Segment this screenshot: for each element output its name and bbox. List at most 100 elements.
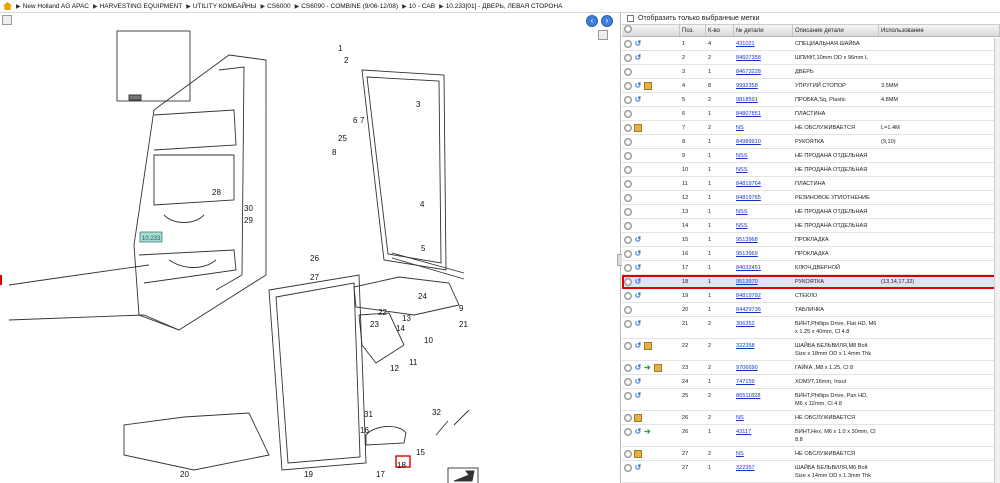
- info-circle-icon[interactable]: [624, 364, 632, 372]
- replace-icon[interactable]: ↺: [634, 320, 642, 328]
- table-row[interactable]: ↺ 4 8 9992358 УПРУГИЙ СТОПОР 3.5MM: [622, 79, 1000, 93]
- table-row[interactable]: ↺ 1 4 431021 СПЕЦИАЛЬНАЯ ШАЙБА: [622, 37, 1000, 51]
- info-circle-icon[interactable]: [624, 278, 632, 286]
- info-circle-icon[interactable]: [624, 208, 632, 216]
- row-part-link[interactable]: 9513969: [734, 247, 793, 260]
- replace-icon[interactable]: ↺: [634, 236, 642, 244]
- info-circle-icon[interactable]: [624, 222, 632, 230]
- breadcrumb-item[interactable]: CS6000: [267, 3, 291, 10]
- package-icon[interactable]: [644, 82, 652, 90]
- callout-11[interactable]: 11: [409, 358, 418, 367]
- row-part-link[interactable]: NS: [734, 411, 793, 424]
- replace-icon[interactable]: ↺: [634, 250, 642, 258]
- info-circle-icon[interactable]: [624, 342, 632, 350]
- replace-icon[interactable]: ↺: [634, 342, 642, 350]
- callout-29[interactable]: 29: [244, 216, 253, 225]
- callout-20[interactable]: 20: [180, 470, 189, 479]
- row-part-link[interactable]: 9513968: [734, 233, 793, 246]
- row-part-link[interactable]: 9818591: [734, 93, 793, 106]
- row-part-link[interactable]: 86511828: [734, 389, 793, 402]
- table-row[interactable]: ↺ 25 2 86511828 ВИНТ,Phillips Drive, Pan HD,…: [622, 389, 1000, 411]
- callout-7[interactable]: 7: [360, 116, 365, 125]
- row-part-link[interactable]: NSS: [734, 163, 793, 176]
- row-part-link[interactable]: NS: [734, 121, 793, 134]
- row-part-link[interactable]: 84032451: [734, 261, 793, 274]
- info-circle-icon[interactable]: [624, 428, 632, 436]
- table-row[interactable]: 9 1 NSS НЕ ПРОДАНА ОТДЕЛЬНАЯ: [622, 149, 1000, 163]
- breadcrumb-item[interactable]: UTILITY КОМБАЙНЫ: [193, 3, 257, 10]
- table-row[interactable]: ↺ 15 1 9513968 ПРОКЛАДКА: [622, 233, 1000, 247]
- table-row[interactable]: ↺ 18 1 9513970 РУКОЯТКА (13,14,17,32): [622, 275, 1000, 289]
- pointer-icon[interactable]: ➜: [644, 364, 652, 372]
- table-row[interactable]: ↺ 5 2 9818591 ПРОБКА,Sq, Plastic 4.8MM: [622, 93, 1000, 107]
- callout-2[interactable]: 2: [344, 56, 349, 65]
- row-part-link[interactable]: 322358: [734, 339, 793, 352]
- info-circle-icon[interactable]: [624, 166, 632, 174]
- callout-30[interactable]: 30: [244, 204, 253, 213]
- package-icon[interactable]: [634, 124, 642, 132]
- callout-24[interactable]: 24: [418, 292, 427, 301]
- table-row[interactable]: 13 1 NSS НЕ ПРОДАНА ОТДЕЛЬНАЯ: [622, 205, 1000, 219]
- row-part-link[interactable]: 306352: [734, 317, 793, 330]
- table-row[interactable]: 26 2 NS НЕ ОБСЛУЖИВАЕТСЯ: [622, 411, 1000, 425]
- replace-icon[interactable]: ↺: [634, 392, 642, 400]
- info-circle-icon[interactable]: [624, 292, 632, 300]
- callout-17[interactable]: 17: [376, 470, 385, 479]
- callout-27[interactable]: 27: [310, 273, 319, 282]
- info-circle-icon[interactable]: [624, 306, 632, 314]
- table-row[interactable]: ↺ 24 1 747159 ХОМУТ,16mm, Insul: [622, 375, 1000, 389]
- callout-31[interactable]: 31: [364, 410, 373, 419]
- package-icon[interactable]: [644, 342, 652, 350]
- info-circle-icon[interactable]: [624, 250, 632, 258]
- info-circle-icon[interactable]: [624, 194, 632, 202]
- row-part-link[interactable]: NS: [734, 447, 793, 460]
- callout-14[interactable]: 14: [396, 324, 405, 333]
- pointer-icon[interactable]: ➜: [644, 428, 652, 436]
- callout-8[interactable]: 8: [332, 148, 337, 157]
- callout-23[interactable]: 23: [370, 320, 379, 329]
- table-row[interactable]: ↺ 16 1 9513969 ПРОКЛАДКА: [622, 247, 1000, 261]
- row-part-link[interactable]: 747159: [734, 375, 793, 388]
- table-row[interactable]: 11 1 84819764 ПЛАСТИНА: [622, 177, 1000, 191]
- callout-21[interactable]: 21: [459, 320, 468, 329]
- table-row[interactable]: 8 1 84989910 РУКОЯТКА (9,10): [622, 135, 1000, 149]
- table-row[interactable]: 3 1 84673228 ДВЕРЬ: [622, 65, 1000, 79]
- info-circle-icon[interactable]: [624, 68, 632, 76]
- info-circle-icon[interactable]: [624, 138, 632, 146]
- breadcrumb-item[interactable]: New Holland AG APAC: [23, 3, 89, 10]
- replace-icon[interactable]: ↺: [634, 82, 642, 90]
- package-icon[interactable]: [634, 414, 642, 422]
- exploded-parts-diagram[interactable]: 10.233 123456 789101112131415161718192021…: [4, 15, 614, 483]
- table-row[interactable]: ↺ 27 1 322357 ШАЙБА БЕЛЬВИЛЯ,M6 Bolt Size x …: [622, 461, 1000, 483]
- row-part-link[interactable]: 9513970: [734, 275, 793, 288]
- row-part-link[interactable]: NSS: [734, 219, 793, 232]
- callout-1[interactable]: 1: [338, 44, 343, 53]
- row-part-link[interactable]: 9706690: [734, 361, 793, 374]
- row-part-link[interactable]: 431021: [734, 37, 793, 50]
- info-circle-icon[interactable]: [624, 264, 632, 272]
- row-part-link[interactable]: NSS: [734, 205, 793, 218]
- info-circle-icon[interactable]: [624, 54, 632, 62]
- breadcrumb-item[interactable]: CS6090 - COMBINE (9/06-12/08): [301, 3, 398, 10]
- table-row[interactable]: ↺ 21 2 306352 ВИНТ,Phillips Drive, Flat HD, …: [622, 317, 1000, 339]
- info-circle-icon[interactable]: [624, 414, 632, 422]
- callout-10[interactable]: 10: [424, 336, 433, 345]
- callout-9[interactable]: 9: [459, 304, 464, 313]
- package-icon[interactable]: [654, 364, 662, 372]
- table-row[interactable]: ↺ ➜ 23 2 9706690 ГАЙКА ,M8 x 1.25, Cl 8: [622, 361, 1000, 375]
- col-part[interactable]: № детали: [734, 25, 793, 36]
- table-row[interactable]: 6 1 84807851 ПЛАСТИНА: [622, 107, 1000, 121]
- breadcrumb-item[interactable]: 10 - CAB: [409, 3, 435, 10]
- col-qty[interactable]: К-во: [706, 25, 734, 36]
- breadcrumb-item[interactable]: HARVESTING EQUIPMENT: [100, 3, 183, 10]
- row-part-link[interactable]: NSS: [734, 149, 793, 162]
- callout-5[interactable]: 5: [421, 244, 426, 253]
- row-part-link[interactable]: 84819792: [734, 289, 793, 302]
- row-part-link[interactable]: 84429736: [734, 303, 793, 316]
- filter-row[interactable]: Отобразить только выбранные метки: [622, 13, 1000, 25]
- callout-16[interactable]: 16: [360, 426, 369, 435]
- col-desc[interactable]: Описание детали: [793, 25, 879, 36]
- row-part-link[interactable]: 9992358: [734, 79, 793, 92]
- info-circle-icon[interactable]: [624, 450, 632, 458]
- table-row[interactable]: ↺ 2 2 84607358 ШПИФТ,10mm OD x 96mm L: [622, 51, 1000, 65]
